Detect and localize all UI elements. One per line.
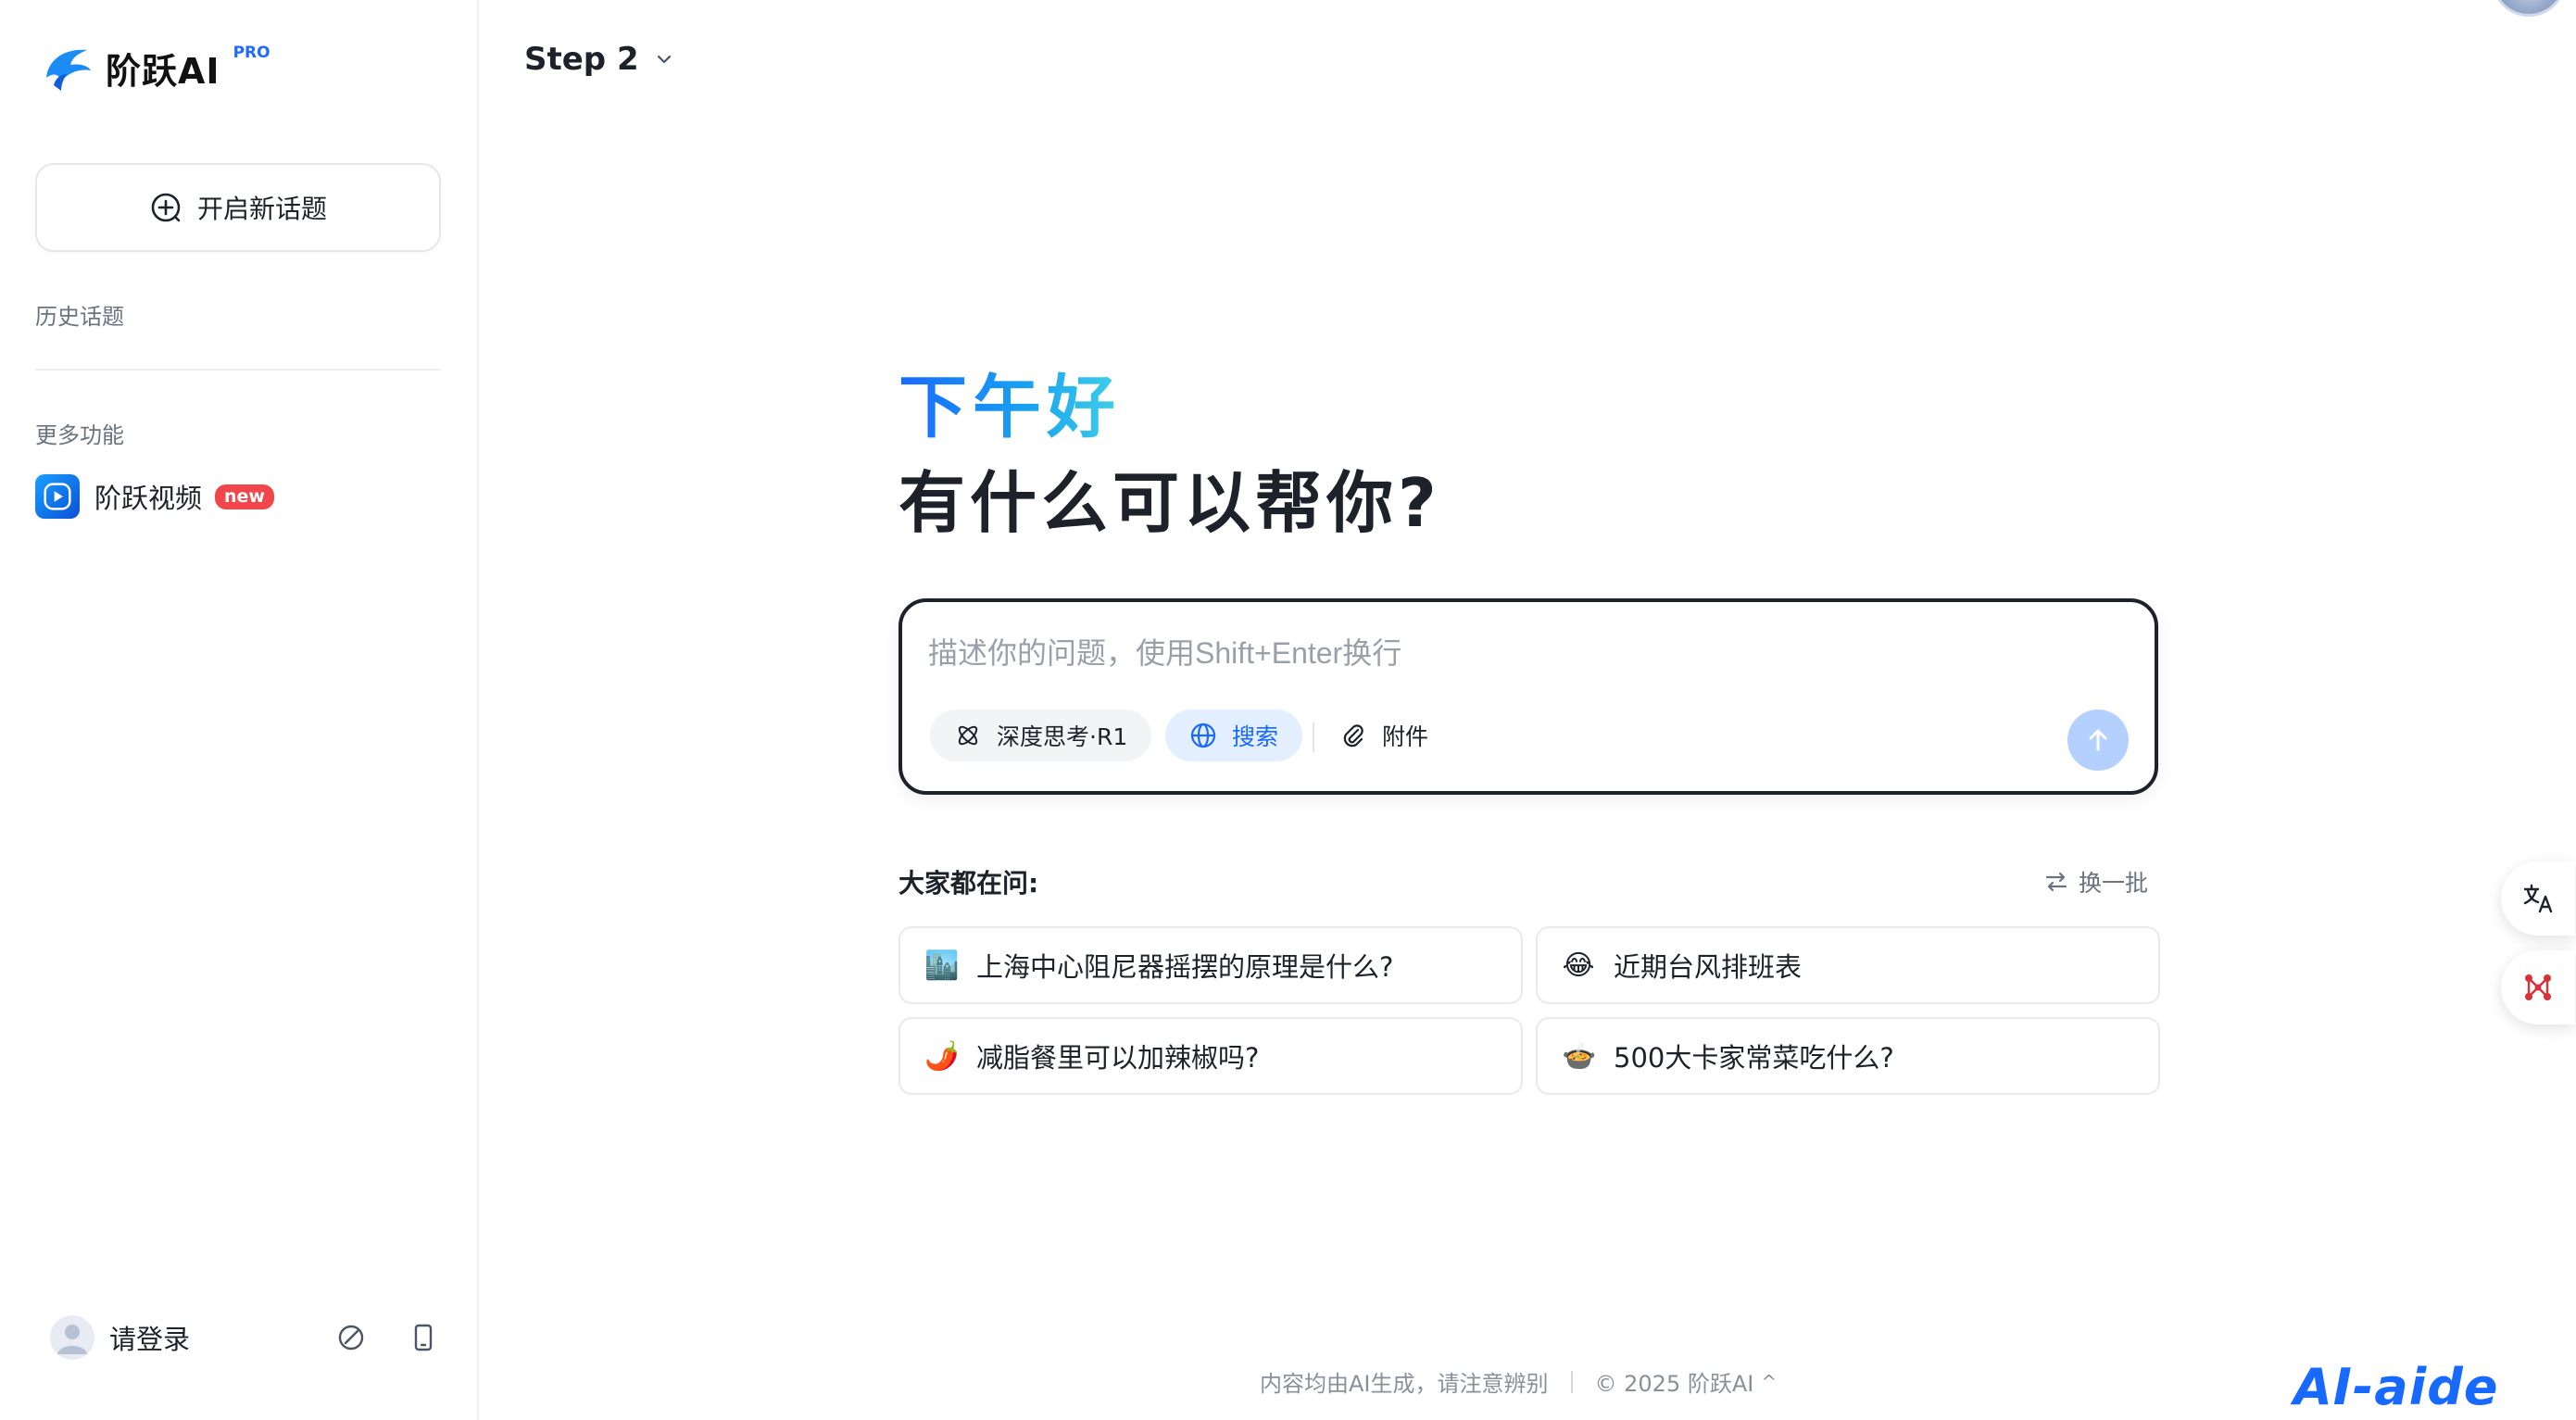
chili-pepper-icon: 🌶️ <box>924 1039 960 1073</box>
swap-icon <box>2045 872 2067 892</box>
deep-think-label: 深度思考·R1 <box>997 723 1128 750</box>
new-topic-label: 开启新话题 <box>196 194 327 224</box>
feedback-icon[interactable] <box>335 1322 367 1353</box>
profile-avatar[interactable] <box>2492 0 2566 17</box>
translate-icon <box>2523 884 2553 913</box>
caret-up-icon[interactable]: ^ <box>1761 1371 1777 1393</box>
network-graph-icon <box>2525 974 2551 1000</box>
city-icon: 🏙️ <box>924 949 960 982</box>
globe-icon <box>1190 723 1216 748</box>
attach-label: 附件 <box>1382 723 1429 750</box>
question-text: 上海中心阻尼器摇摆的原理是什么? <box>976 951 1394 983</box>
question-card[interactable]: 🏙️ 上海中心阻尼器摇摆的原理是什么? <box>898 926 1523 1004</box>
food-bowl-icon: 🍲 <box>1562 1039 1597 1073</box>
sidebar: 阶跃AI PRO 开启新话题 历史话题 更多功能 阶跃视频 new 请登录 <box>0 0 479 1420</box>
new-topic-button[interactable]: 开启新话题 <box>35 163 441 252</box>
question-text: 500大卡家常菜吃什么? <box>1614 1042 1894 1074</box>
model-name: Step 2 <box>524 41 639 78</box>
user-actions <box>335 1322 439 1353</box>
question-text: 减脂餐里可以加辣椒吗? <box>976 1042 1260 1074</box>
plus-circle-icon <box>151 193 181 222</box>
mindmap-float-button[interactable] <box>2501 950 2575 1024</box>
avatar[interactable] <box>50 1315 94 1360</box>
chat-input-box: 深度思考·R1 搜索 附件 <box>898 598 2158 795</box>
brand-name: 阶跃AI <box>106 50 220 92</box>
paperclip-icon <box>1343 724 1363 748</box>
ai-disclaimer: 内容均由AI生成，请注意辨别 <box>1260 1371 1549 1397</box>
arrow-up-icon <box>2089 729 2107 751</box>
login-link[interactable]: 请登录 <box>109 1318 190 1357</box>
question-card[interactable]: 🍲 500大卡家常菜吃什么? <box>1536 1017 2160 1095</box>
mobile-icon[interactable] <box>408 1322 439 1353</box>
chevron-down-icon <box>657 55 671 64</box>
user-icon <box>57 1325 87 1354</box>
question-card[interactable]: 😂 近期台风排班表 <box>1536 926 2160 1004</box>
model-selector[interactable]: Step 2 <box>524 41 674 78</box>
question-text: 近期台风排班表 <box>1614 951 1803 983</box>
greeting-prompt: 有什么可以帮你? <box>898 464 1441 542</box>
footer-divider <box>1570 1370 1573 1393</box>
greeting-time: 下午好 <box>898 352 1121 451</box>
sidebar-item-label: 阶跃视频 <box>94 483 203 514</box>
chat-input[interactable] <box>928 630 2114 682</box>
sidebar-divider <box>35 369 441 371</box>
atom-icon <box>958 725 978 746</box>
question-card[interactable]: 🌶️ 减脂餐里可以加辣椒吗? <box>898 1017 1523 1095</box>
send-button[interactable] <box>2067 710 2129 771</box>
popular-title: 大家都在问: <box>898 868 1039 898</box>
dolphin-logo-icon <box>46 49 91 91</box>
footer: 内容均由AI生成，请注意辨别 © 2025 阶跃AI ^ <box>1260 1365 1777 1398</box>
deep-think-toggle[interactable]: 深度思考·R1 <box>930 710 1152 761</box>
translate-float-button[interactable] <box>2501 861 2575 936</box>
user-row: 请登录 <box>50 1315 439 1360</box>
sidebar-item-video[interactable]: 阶跃视频 new <box>35 474 274 519</box>
attach-button[interactable]: 附件 <box>1310 710 1452 761</box>
history-section-label: 历史话题 <box>35 304 124 330</box>
watermark-logo: AI-aide <box>2293 1358 2499 1416</box>
new-badge: new <box>215 484 274 509</box>
more-features-label: 更多功能 <box>35 422 124 448</box>
brand-tier: PRO <box>232 44 270 62</box>
refresh-button[interactable]: 换一批 <box>2043 865 2148 898</box>
search-label: 搜索 <box>1232 723 1279 750</box>
brand-logo[interactable]: 阶跃AI PRO <box>41 41 270 94</box>
search-toggle[interactable]: 搜索 <box>1165 710 1303 761</box>
refresh-label: 换一批 <box>2079 870 2149 897</box>
laughing-face-icon: 😂 <box>1562 949 1595 982</box>
copyright[interactable]: © 2025 阶跃AI <box>1595 1365 1754 1398</box>
video-app-icon <box>35 474 80 519</box>
